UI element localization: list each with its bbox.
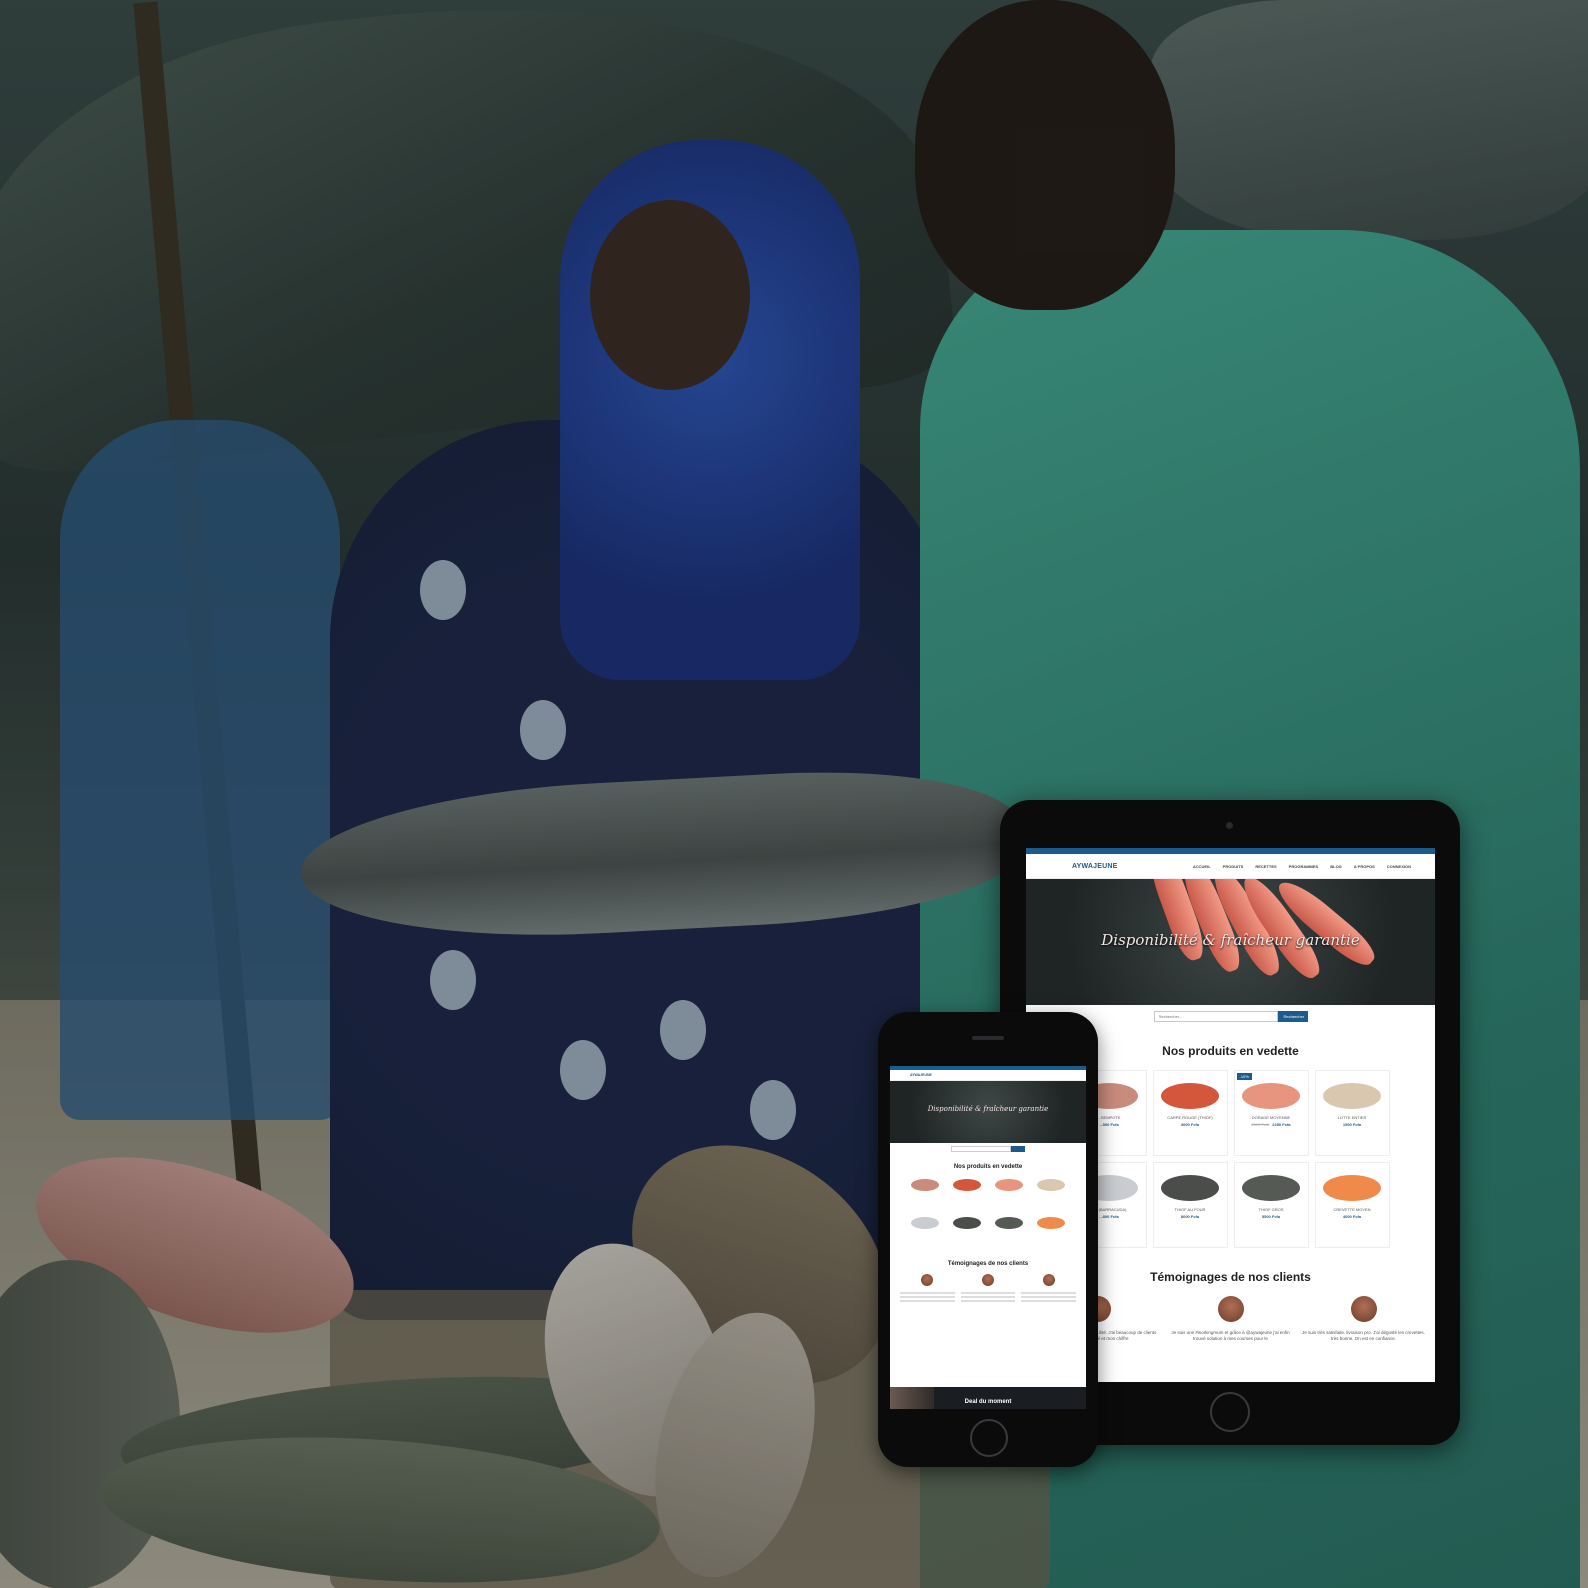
hero-title: Disponibilité & fraîcheur garantie <box>1101 931 1360 949</box>
testimonials-title: Témoignages de nos clients <box>947 1261 1029 1267</box>
deal-banner: Deal du moment <box>890 1387 1086 1409</box>
main-nav: ACCUEIL PRODUITS RECETTES PROGRAMMES BLO… <box>1193 864 1411 869</box>
featured-title: Nos produits en vedette <box>953 1164 1023 1170</box>
avatar <box>981 1274 994 1286</box>
product-current-price: 8000 Fcfa <box>1180 1214 1200 1219</box>
product-price: 8000 Fcfa <box>1154 1214 1227 1219</box>
product-card[interactable] <box>949 1177 985 1211</box>
product-old-price: 2500 Fcfa <box>1251 1122 1270 1127</box>
product-price: 4000 Fcfa <box>1316 1214 1389 1219</box>
product-current-price: 1500 Fcfa <box>1342 1122 1362 1127</box>
product-price: 1500 Fcfa <box>1316 1122 1389 1127</box>
product-name: THIOF GROS <box>1258 1207 1284 1212</box>
testimonials <box>890 1274 1086 1304</box>
product-card[interactable]: CREVETTE MOYEN 4000 Fcfa <box>1314 1162 1390 1248</box>
product-card[interactable]: LOTTE ENTIER 1500 Fcfa <box>1314 1070 1390 1156</box>
phone-speaker <box>972 1036 1004 1040</box>
avatar <box>1217 1296 1244 1322</box>
product-grid <box>890 1177 1086 1249</box>
product-card[interactable] <box>949 1215 985 1249</box>
nav-blog[interactable]: BLOG <box>1330 864 1342 869</box>
search-button[interactable]: Rechercher <box>1277 1011 1308 1022</box>
site-logo[interactable]: AYWAJEUNE <box>910 1073 932 1077</box>
testimonial: Je suis très satisfaite. livraison pro. … <box>1302 1296 1425 1342</box>
tablet-home-button <box>1210 1392 1250 1432</box>
product-name: CREVETTE MOYEN <box>1333 1207 1371 1212</box>
testimonial <box>1021 1274 1076 1304</box>
product-image <box>1161 1175 1219 1201</box>
phone-mockup: AYWAJEUNE Disponibilité & fraîcheur gara… <box>878 1012 1098 1467</box>
product-name: THIOF AU FOUR <box>1174 1207 1206 1212</box>
product-current-price: ...800 Fcfa <box>1099 1214 1119 1219</box>
hero-banner: Disponibilité & fraîcheur garantie <box>890 1081 1086 1143</box>
phone-home-button <box>970 1419 1008 1457</box>
avatar <box>921 1274 934 1286</box>
product-image <box>1323 1175 1381 1201</box>
testimonial: Je suis une #workingmum et grâce à @aywa… <box>1169 1296 1292 1342</box>
product-card[interactable] <box>907 1215 943 1249</box>
product-card[interactable] <box>1033 1215 1069 1249</box>
site-navbar: AYWAJEUNE ACCUEIL PRODUITS RECETTES PROG… <box>1026 854 1435 879</box>
product-image <box>1161 1083 1219 1109</box>
avatar <box>1042 1274 1055 1286</box>
deal-title[interactable]: Deal du moment <box>890 1399 1086 1405</box>
product-image <box>953 1217 981 1229</box>
testimonial-text: Je suis très satisfaite. livraison pro. … <box>1302 1330 1425 1342</box>
hero-banner: Disponibilité & fraîcheur garantie <box>1026 879 1435 1005</box>
product-price: 3000 Fcfa <box>1154 1122 1227 1127</box>
site-logo[interactable]: AYWAJEUNE <box>1072 863 1118 870</box>
nav-produits[interactable]: PRODUITS <box>1223 864 1244 869</box>
discount-badge: -10% <box>1236 1073 1252 1080</box>
hero-title: Disponibilité & fraîcheur garantie <box>927 1105 1049 1113</box>
product-price: 5500 Fcfa <box>1235 1214 1308 1219</box>
testimonial <box>960 1274 1016 1304</box>
product-name: DORADE MOYENNE <box>1251 1115 1291 1120</box>
product-card[interactable]: CARPE ROUGE (THIOF) 3000 Fcfa <box>1152 1070 1228 1156</box>
product-current-price: 3000 Fcfa <box>1180 1122 1200 1127</box>
search-button[interactable] <box>1011 1146 1025 1152</box>
product-image <box>1037 1217 1065 1229</box>
product-card[interactable] <box>907 1177 943 1211</box>
phone-screen: AYWAJEUNE Disponibilité & fraîcheur gara… <box>890 1066 1086 1409</box>
product-current-price: ...500 Fcfa <box>1099 1122 1119 1127</box>
product-image <box>911 1179 939 1191</box>
deal-image <box>890 1387 934 1409</box>
nav-accueil[interactable]: ACCUEIL <box>1193 864 1211 869</box>
product-image <box>953 1179 981 1191</box>
product-image <box>1037 1179 1065 1191</box>
testimonial-text: Je suis une #workingmum et grâce à @aywa… <box>1171 1330 1290 1342</box>
product-name: LOTTE ENTIER <box>1337 1115 1367 1120</box>
product-card[interactable]: -10% DORADE MOYENNE 2500 Fcfa 2250 Fcfa <box>1233 1070 1309 1156</box>
product-card[interactable]: THIOF GROS 5500 Fcfa <box>1233 1162 1309 1248</box>
avatar <box>1350 1296 1377 1322</box>
site-navbar: AYWAJEUNE <box>890 1070 1086 1081</box>
product-card[interactable] <box>991 1177 1027 1211</box>
product-card[interactable]: THIOF AU FOUR 8000 Fcfa <box>1152 1162 1228 1248</box>
nav-recettes[interactable]: RECETTES <box>1255 864 1276 869</box>
nav-connexion[interactable]: CONNEXION <box>1387 864 1411 869</box>
product-image <box>1242 1175 1300 1201</box>
product-current-price: 2250 Fcfa <box>1272 1122 1291 1127</box>
tablet-camera <box>1226 822 1233 829</box>
search-bar <box>890 1146 1086 1152</box>
product-current-price: 4000 Fcfa <box>1342 1214 1362 1219</box>
nav-programmes[interactable]: PROGRAMMES <box>1289 864 1319 869</box>
search-input[interactable] <box>1153 1011 1278 1022</box>
product-image <box>1323 1083 1381 1109</box>
product-image <box>911 1217 939 1229</box>
product-name: CARPE ROUGE (THIOF) <box>1167 1115 1213 1120</box>
product-image <box>995 1217 1023 1229</box>
product-card[interactable] <box>1033 1177 1069 1211</box>
product-price: 2500 Fcfa 2250 Fcfa <box>1235 1122 1308 1127</box>
testimonial <box>900 1274 955 1304</box>
product-current-price: 5500 Fcfa <box>1261 1214 1281 1219</box>
nav-a-propos[interactable]: A PROPOS <box>1354 864 1375 869</box>
search-input[interactable] <box>951 1146 1011 1152</box>
product-image <box>995 1179 1023 1191</box>
product-card[interactable] <box>991 1215 1027 1249</box>
product-image <box>1242 1083 1300 1109</box>
